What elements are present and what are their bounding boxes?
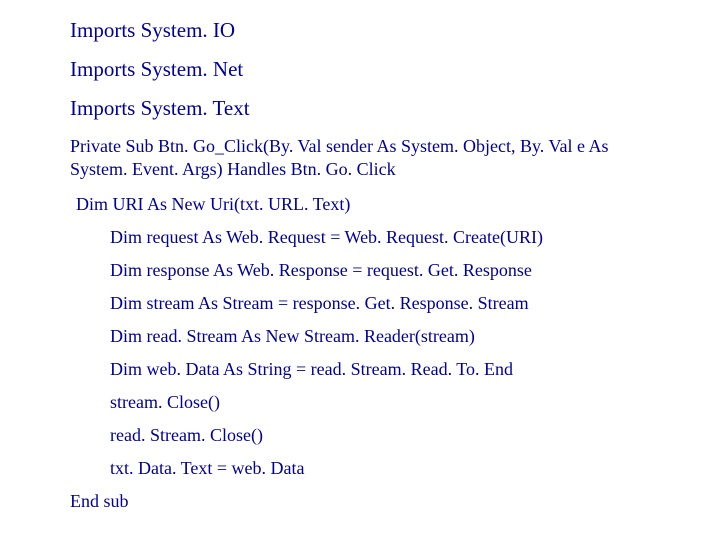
code-line: Dim stream As Stream = response. Get. Re… bbox=[70, 293, 720, 314]
code-line: txt. Data. Text = web. Data bbox=[70, 458, 720, 479]
code-line: Dim response As Web. Response = request.… bbox=[70, 260, 720, 281]
import-statement: Imports System. Net bbox=[70, 57, 720, 82]
end-sub: End sub bbox=[70, 491, 720, 512]
code-line: stream. Close() bbox=[70, 392, 720, 413]
sub-declaration: Private Sub Btn. Go_Click(By. Val sender… bbox=[70, 135, 640, 180]
code-line: Dim web. Data As String = read. Stream. … bbox=[70, 359, 720, 380]
code-line: Dim read. Stream As New Stream. Reader(s… bbox=[70, 326, 720, 347]
code-line: read. Stream. Close() bbox=[70, 425, 720, 446]
code-line: Dim URI As New Uri(txt. URL. Text) bbox=[70, 194, 720, 215]
import-statement: Imports System. Text bbox=[70, 96, 720, 121]
code-line: Dim request As Web. Request = Web. Reque… bbox=[70, 227, 720, 248]
import-statement: Imports System. IO bbox=[70, 18, 720, 43]
